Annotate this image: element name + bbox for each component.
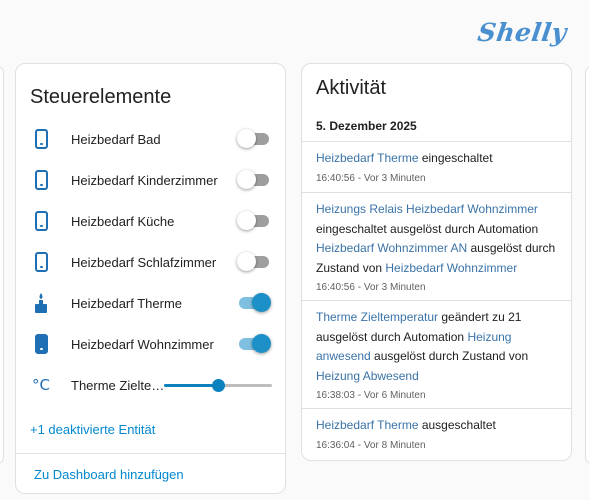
activity-entry: Heizungs Relais Heizbedarf Wohnzimmer ei… (316, 200, 566, 296)
control-row-wohnzimmer[interactable]: Heizbedarf Wohnzimmer (16, 324, 285, 364)
water-boiler-icon (30, 292, 52, 314)
slider-label: Therme Zielte… (71, 377, 165, 393)
phone-outline-icon (30, 128, 52, 150)
control-label: Heizbedarf Therme (71, 295, 183, 311)
card-divider (16, 453, 285, 454)
entity-link[interactable]: Heizbedarf Wohnzimmer (385, 261, 517, 275)
toggle-switch[interactable] (237, 211, 269, 230)
slider-fill (164, 383, 218, 387)
activity-divider (302, 408, 571, 409)
activity-message: Heizbedarf Therme eingeschaltet (316, 149, 566, 169)
entity-link[interactable]: Heizbedarf Therme (316, 418, 419, 432)
control-row-kueche[interactable]: Heizbedarf Küche (16, 201, 285, 241)
toggle-switch[interactable] (237, 129, 269, 148)
toggle-switch[interactable] (239, 293, 271, 312)
thermometer-celsius-icon: °C (32, 376, 50, 394)
entity-link[interactable]: Heizungs Relais Heizbedarf Wohnzimmer (316, 202, 538, 216)
toggle-switch[interactable] (237, 170, 269, 189)
control-row-kinderzimmer[interactable]: Heizbedarf Kinderzimmer (16, 160, 285, 200)
entity-link[interactable]: Therme Zieltemperatur (316, 310, 438, 324)
phone-outline-icon (30, 251, 52, 273)
toggle-switch[interactable] (239, 334, 271, 353)
add-to-dashboard-button[interactable]: Zu Dashboard hinzufügen (34, 467, 184, 482)
deactivated-entities-link[interactable]: +1 deaktivierte Entität (30, 422, 155, 437)
control-label: Heizbedarf Küche (71, 213, 175, 229)
entity-link[interactable]: Heizbedarf Therme (316, 151, 419, 165)
control-label: Heizbedarf Kinderzimmer (71, 172, 218, 188)
control-label: Heizbedarf Schlafzimmer (71, 254, 217, 270)
activity-entry: Heizbedarf Therme eingeschaltet 16:40:56 … (316, 149, 566, 187)
controls-title: Steuerelemente (30, 86, 172, 108)
activity-date: 5. Dezember 2025 (316, 119, 417, 133)
activity-text: ausgeschaltet (418, 418, 496, 432)
control-row-schlafzimmer[interactable]: Heizbedarf Schlafzimmer (16, 242, 285, 282)
activity-timestamp: 16:40:56 - Vor 3 Minuten (316, 172, 426, 184)
activity-timestamp: 16:40:56 - Vor 3 Minuten (316, 282, 426, 293)
toggle-switch[interactable] (237, 252, 269, 271)
activity-divider (302, 192, 571, 193)
entity-link[interactable]: Heizung Abwesend (316, 369, 419, 383)
activity-entry: Heizbedarf Therme ausgeschaltet 16:36:04 … (316, 416, 566, 454)
activity-title: Aktivität (316, 77, 387, 99)
control-label: Heizbedarf Wohnzimmer (71, 336, 214, 352)
phone-outline-icon (30, 210, 52, 232)
entity-link[interactable]: Heizbedarf Wohnzimmer AN (316, 241, 467, 255)
activity-text: eingeschaltet ausgelöst durch Automation (316, 221, 539, 236)
activity-card: Aktivität 5. Dezember 2025 Heizbedarf Th… (301, 63, 572, 461)
activity-text: ausgelöst durch Zustand von (370, 349, 529, 363)
control-row-bad[interactable]: Heizbedarf Bad (16, 119, 285, 159)
phone-filled-icon (30, 333, 52, 355)
activity-message: Heizbedarf Therme ausgeschaltet (316, 416, 566, 436)
controls-card: Steuerelemente Heizbedarf Bad Heizbedarf… (15, 63, 286, 494)
activity-timestamp: 16:36:04 - Vor 8 Minuten (316, 439, 426, 451)
activity-message: Heizungs Relais Heizbedarf Wohnzimmer ei… (316, 200, 566, 278)
activity-message: Therme Zieltemperatur geändert zu 21 aus… (316, 308, 566, 386)
activity-divider (302, 300, 571, 301)
control-label: Heizbedarf Bad (71, 131, 161, 147)
control-row-therme[interactable]: Heizbedarf Therme (16, 283, 285, 323)
adjacent-card-left (0, 66, 4, 464)
control-row-slider: °C Therme Zielte… (16, 365, 285, 405)
activity-entry: Therme Zieltemperatur geändert zu 21 aus… (316, 308, 566, 404)
slider-handle[interactable] (211, 378, 225, 392)
temperature-slider[interactable] (164, 378, 272, 392)
phone-outline-icon (30, 169, 52, 191)
brand-logo: Shelly (475, 18, 569, 47)
activity-divider (302, 141, 571, 142)
adjacent-card-right (585, 66, 589, 464)
activity-text: eingeschaltet (418, 151, 493, 165)
activity-timestamp: 16:38:03 - Vor 6 Minuten (316, 390, 426, 401)
